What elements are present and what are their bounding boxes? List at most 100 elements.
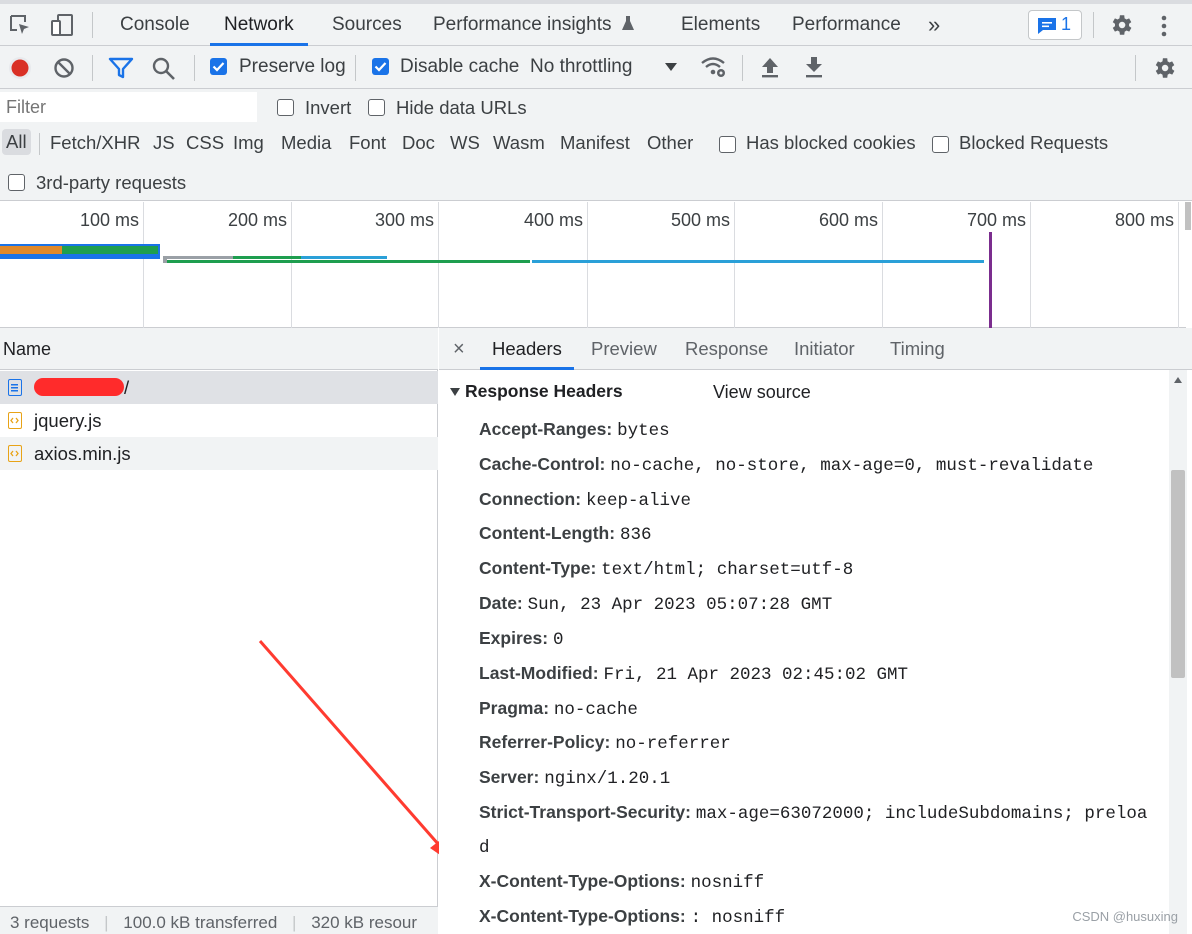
details-scrollbar[interactable] [1169, 370, 1187, 934]
tab-elements[interactable]: Elements [667, 4, 774, 46]
record-stop-icon[interactable] [8, 56, 32, 80]
response-headers-section-toggle[interactable]: Response Headers [449, 381, 623, 402]
tab-preview[interactable]: Preview [579, 328, 669, 370]
scrollbar-thumb[interactable] [1171, 470, 1185, 678]
tab-performance-insights[interactable]: Performance insights [419, 4, 649, 46]
header-row: Date: Sun, 23 Apr 2023 05:07:28 GMT [479, 593, 833, 615]
separator [1135, 55, 1136, 81]
grid-line [143, 202, 144, 328]
tab-response[interactable]: Response [673, 328, 780, 370]
overview-scroll-handle[interactable] [1185, 202, 1191, 230]
script-file-icon [8, 445, 22, 462]
annotation-arrow [258, 640, 456, 866]
third-party-requests-label: 3rd-party requests [36, 172, 187, 193]
watermark: CSDN @husuxing [1072, 909, 1178, 924]
view-source-link[interactable]: View source [713, 382, 811, 403]
filter-type-js[interactable]: JS [153, 132, 175, 154]
has-blocked-cookies-label: Has blocked cookies [746, 132, 916, 153]
invert-checkbox[interactable] [277, 99, 294, 116]
filter-type-ws[interactable]: WS [450, 132, 480, 154]
grid-line [438, 202, 439, 328]
grid-line [587, 202, 588, 328]
load-event-marker [989, 232, 992, 328]
section-title: Response Headers [465, 381, 623, 401]
header-row: Connection: keep-alive [479, 489, 691, 511]
tab-timing[interactable]: Timing [878, 328, 957, 370]
more-tabs-chevron-icon[interactable]: » [914, 4, 954, 46]
filter-type-fetch-xhr[interactable]: Fetch/XHR [50, 132, 140, 154]
more-options-kebab-icon[interactable] [1156, 14, 1172, 38]
tab-initiator[interactable]: Initiator [782, 328, 867, 370]
issues-count: 1 [1061, 14, 1072, 34]
grid-line [1178, 202, 1179, 328]
request-row-jquery[interactable]: jquery.js [0, 404, 438, 437]
blocked-requests-label: Blocked Requests [959, 132, 1109, 153]
network-toolbar: Preserve log Disable cache No throttling [0, 46, 1192, 89]
filter-type-other[interactable]: Other [647, 132, 693, 154]
script-file-icon [8, 412, 22, 429]
transferred-size: 100.0 kB transferred [123, 913, 278, 932]
separator [92, 55, 93, 81]
header-row: Accept-Ranges: bytes [479, 419, 670, 441]
device-toolbar-icon[interactable] [50, 13, 76, 39]
disable-cache-checkbox[interactable] [372, 58, 389, 75]
filter-type-wasm[interactable]: Wasm [493, 132, 545, 154]
filter-type-css[interactable]: CSS [186, 132, 224, 154]
network-overview-timeline[interactable]: 100 ms 200 ms 300 ms 400 ms 500 ms 600 m… [0, 202, 1191, 328]
tab-performance[interactable]: Performance [778, 4, 915, 46]
request-row-axios[interactable]: axios.min.js [0, 437, 438, 470]
third-party-requests-checkbox[interactable] [8, 174, 25, 191]
tab-sources[interactable]: Sources [318, 4, 416, 46]
throttling-select[interactable]: No throttling [530, 52, 685, 82]
filter-input[interactable] [0, 92, 257, 122]
export-har-download-icon[interactable] [803, 56, 825, 78]
name-column-header[interactable]: Name [0, 328, 438, 370]
hide-data-urls-label: Hide data URLs [396, 97, 527, 118]
tick-label: 600 ms [818, 210, 878, 230]
preserve-log-checkbox[interactable] [210, 58, 227, 75]
inspect-element-icon[interactable] [9, 14, 33, 38]
tab-network[interactable]: Network [210, 4, 308, 46]
filter-type-doc[interactable]: Doc [402, 132, 435, 154]
request-name: / [124, 377, 130, 398]
redacted-url-mark [34, 378, 124, 396]
network-settings-gear-icon[interactable] [1151, 55, 1177, 81]
grid-line [882, 202, 883, 328]
expand-triangle-icon [450, 388, 460, 396]
clear-icon[interactable] [53, 57, 75, 79]
search-icon[interactable] [151, 56, 177, 82]
header-row: Strict-Transport-Security: max-age=63072… [479, 802, 1148, 824]
separator [742, 55, 743, 81]
filter-type-img[interactable]: Img [233, 132, 264, 154]
header-row: Content-Length: 836 [479, 523, 652, 545]
blocked-requests-checkbox[interactable] [932, 136, 949, 153]
filter-bar: Invert Hide data URLs All Fetch/XHR JS C… [0, 89, 1192, 201]
network-status-bar: 3 requests | 100.0 kB transferred | 320 … [0, 906, 438, 934]
experiment-flask-icon [621, 16, 634, 30]
tick-label: 100 ms [79, 210, 139, 230]
hide-data-urls-checkbox[interactable] [368, 99, 385, 116]
network-conditions-wifi-icon[interactable] [700, 55, 728, 79]
settings-gear-icon[interactable] [1108, 12, 1134, 38]
import-har-upload-icon[interactable] [759, 56, 781, 78]
header-row: Pragma: no-cache [479, 698, 638, 720]
request-row-document[interactable]: / [0, 371, 438, 404]
filter-type-manifest[interactable]: Manifest [560, 132, 630, 154]
filter-funnel-icon[interactable] [108, 57, 134, 79]
tab-performance-insights-label: Performance insights [433, 14, 612, 35]
request-name: axios.min.js [34, 443, 131, 464]
filter-type-all[interactable]: All [2, 129, 31, 155]
has-blocked-cookies-checkbox[interactable] [719, 136, 736, 153]
devtools-tabbar: Console Network Sources Performance insi… [0, 0, 1192, 46]
issues-button[interactable]: 1 [1028, 10, 1082, 40]
request-count: 3 requests [10, 913, 90, 932]
tick-label: 300 ms [374, 210, 434, 230]
tab-console[interactable]: Console [106, 4, 204, 46]
filter-type-font[interactable]: Font [349, 132, 386, 154]
tab-headers[interactable]: Headers [480, 328, 574, 370]
header-row: Cache-Control: no-cache, no-store, max-a… [479, 454, 1094, 476]
filter-type-media[interactable]: Media [281, 132, 331, 154]
request-bar-segment [233, 256, 301, 259]
scroll-up-arrow-icon[interactable] [1173, 376, 1183, 384]
close-details-icon[interactable]: × [441, 328, 477, 370]
